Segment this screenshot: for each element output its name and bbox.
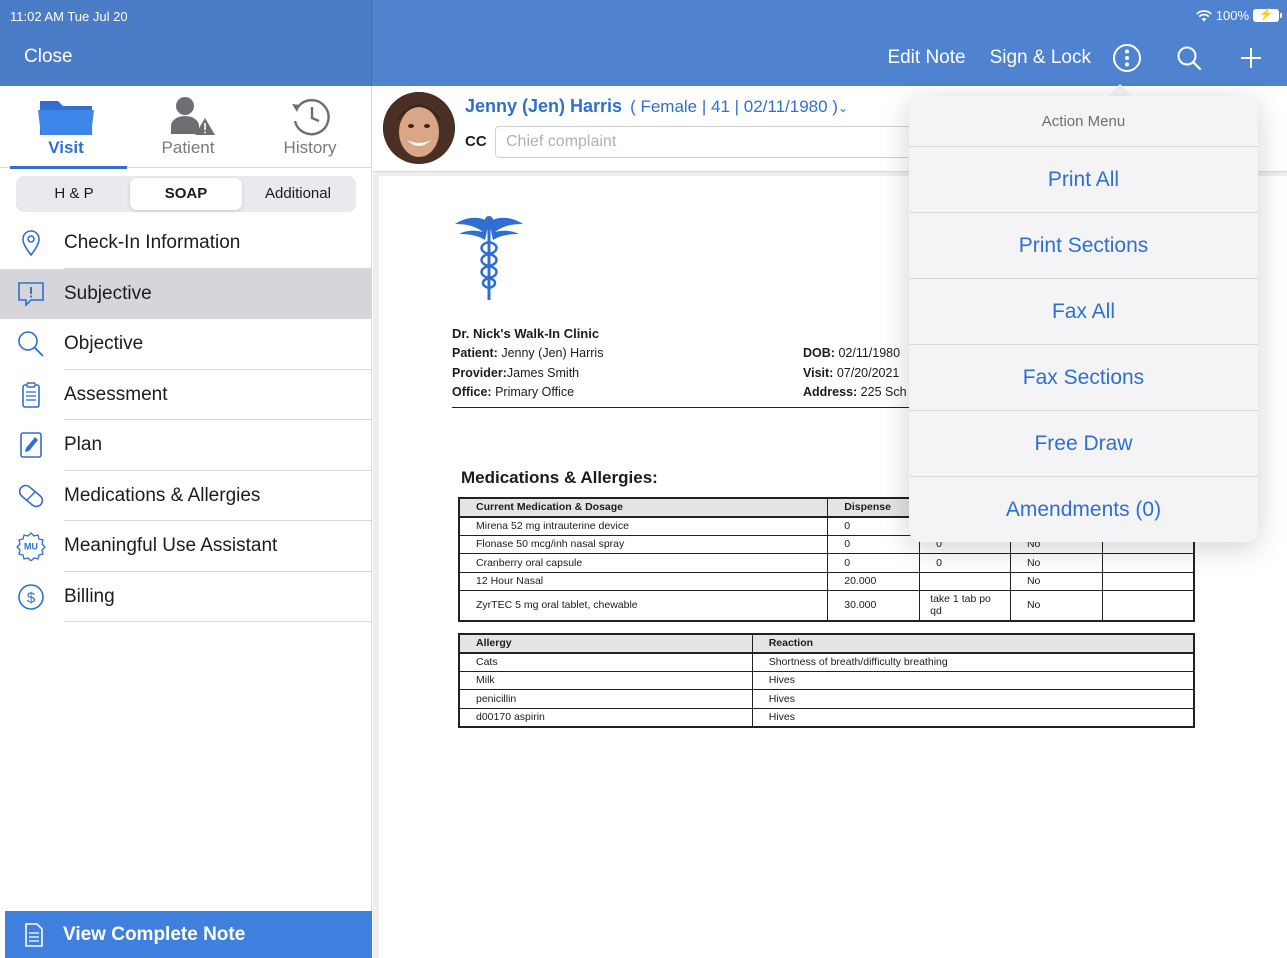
caduceus-logo-icon — [453, 212, 525, 307]
sidebar-item-billing[interactable]: $ Billing — [0, 572, 372, 623]
table-row: ZyrTEC 5 mg oral tablet, chewable 30.000 t… — [458, 590, 1195, 621]
table-row: 12 Hour Nasal 20.000 No — [458, 571, 1195, 591]
clipboard-icon — [0, 370, 64, 421]
sidebar-item-label: Check-In Information — [64, 232, 241, 254]
search-icon[interactable] — [1171, 40, 1207, 76]
fax-sections-button[interactable]: Fax Sections — [909, 345, 1258, 411]
main-tab-bar: Visit Patient History — [0, 86, 372, 169]
edit-note-button[interactable]: Edit Note — [887, 47, 965, 69]
provider-info: Provider:James Smith — [452, 366, 580, 380]
sidebar-item-subjective[interactable]: Subjective — [0, 268, 372, 320]
action-menu-popover: Action Menu Print All Print Sections Fax… — [909, 96, 1258, 542]
table-header-row: Allergy Reaction — [458, 633, 1195, 654]
fax-all-button[interactable]: Fax All — [909, 279, 1258, 345]
svg-text:MU: MU — [24, 542, 38, 552]
toolbar-actions: Edit Note Sign & Lock — [863, 40, 1269, 76]
document-icon — [5, 922, 63, 948]
sidebar-item-medications-allergies[interactable]: Medications & Allergies — [0, 471, 372, 522]
pen-icon — [0, 420, 64, 471]
mu-badge-icon: MU — [0, 521, 64, 572]
sidebar-item-check-in[interactable]: Check-In Information — [0, 218, 372, 269]
history-icon — [249, 96, 371, 138]
popover-arrow — [1108, 84, 1132, 96]
table-row: Milk Hives — [458, 670, 1195, 690]
free-draw-button[interactable]: Free Draw — [909, 411, 1258, 477]
segment-soap[interactable]: SOAP — [130, 178, 242, 210]
avatar[interactable] — [383, 92, 455, 164]
segment-h-and-p[interactable]: H & P — [18, 178, 130, 210]
sidebar-item-plan[interactable]: Plan — [0, 420, 372, 471]
table-row: penicillin Hives — [458, 689, 1195, 709]
action-menu-title: Action Menu — [909, 96, 1258, 147]
chevron-down-icon: ⌄ — [837, 101, 849, 115]
sidebar-item-assessment[interactable]: Assessment — [0, 370, 372, 421]
status-time: 11:02 AM Tue Jul 20 — [10, 9, 128, 24]
cc-label: CC — [465, 133, 487, 150]
office-info: Office: Primary Office — [452, 385, 575, 399]
pill-icon — [0, 471, 64, 522]
battery-icon: ⚡ — [1253, 7, 1282, 22]
sidebar-item-label: Billing — [64, 585, 115, 607]
magnifier-icon — [0, 319, 64, 370]
sidebar-item-label: Objective — [64, 333, 144, 355]
view-complete-note-label: View Complete Note — [63, 923, 246, 945]
patient-name-link[interactable]: Jenny (Jen) Harris ( Female | 41 | 02/11/… — [465, 96, 848, 117]
sidebar: Visit Patient History H & P SOAP Additio… — [0, 86, 372, 958]
address-info: Address: 225 Sch — [803, 385, 907, 399]
tab-history-label: History — [283, 138, 337, 157]
table-header: Reaction — [751, 633, 1195, 654]
close-button[interactable]: Close — [24, 46, 73, 68]
top-navigation-bar: 11:02 AM Tue Jul 20 Close 100% ⚡ Edit No… — [0, 0, 1287, 86]
battery-percent: 100% — [1215, 8, 1249, 23]
dollar-icon: $ — [0, 572, 64, 623]
clinic-name: Dr. Nick's Walk-In Clinic — [452, 326, 600, 341]
table-header: Dispense — [827, 497, 921, 518]
sidebar-item-objective[interactable]: Objective — [0, 319, 372, 370]
table-row: Cats Shortness of breath/difficulty breat… — [458, 652, 1195, 672]
chief-complaint-input[interactable] — [495, 126, 955, 158]
tab-history[interactable]: History — [249, 86, 371, 168]
sidebar-item-label: Plan — [64, 434, 103, 456]
table-header: Current Medication & Dosage — [458, 497, 829, 518]
sidebar-item-meaningful-use[interactable]: MU Meaningful Use Assistant — [0, 521, 372, 572]
sidebar-item-label: Medications & Allergies — [64, 484, 261, 506]
dob-info: DOB: 02/11/1980 — [803, 346, 901, 360]
print-sections-button[interactable]: Print Sections — [909, 213, 1258, 279]
tab-visit[interactable]: Visit — [5, 86, 127, 169]
speech-alert-icon — [0, 269, 64, 320]
patient-name: Jenny (Jen) Harris — [465, 96, 623, 116]
plus-icon[interactable] — [1233, 40, 1269, 76]
folder-icon — [5, 96, 127, 138]
table-row: Cranberry oral capsule 0 0 No — [458, 553, 1195, 573]
visit-info: Visit: 07/20/2021 — [803, 366, 900, 380]
wifi-icon — [1195, 9, 1212, 21]
segment-additional[interactable]: Additional — [242, 178, 354, 210]
amendments-button[interactable]: Amendments (0) — [909, 477, 1258, 542]
sidebar-item-label: Meaningful Use Assistant — [64, 535, 278, 557]
patient-warning-icon — [127, 96, 249, 138]
tab-patient[interactable]: Patient — [127, 86, 249, 168]
tab-visit-label: Visit — [48, 138, 84, 157]
print-all-button[interactable]: Print All — [909, 147, 1258, 213]
tab-patient-label: Patient — [161, 138, 215, 157]
section-list: Check-In Information Subjective Objectiv… — [0, 218, 372, 622]
sidebar-item-label: Subjective — [64, 282, 152, 304]
sign-lock-button[interactable]: Sign & Lock — [990, 47, 1091, 69]
more-icon[interactable] — [1109, 40, 1145, 76]
allergies-table: Allergy Reaction Cats Shortness of breath… — [458, 633, 1195, 728]
table-row: d00170 aspirin Hives — [458, 707, 1195, 727]
svg-text:$: $ — [27, 589, 36, 606]
sidebar-item-label: Assessment — [64, 383, 168, 405]
view-complete-note-button[interactable]: View Complete Note — [5, 911, 372, 958]
patient-demographics: ( Female | 41 | 02/11/1980 ) — [630, 97, 838, 116]
sidebar-header: 11:02 AM Tue Jul 20 Close — [0, 0, 372, 86]
table-header: Allergy — [458, 633, 753, 654]
status-indicators: 100% ⚡ — [1195, 7, 1282, 23]
location-pin-icon — [0, 218, 64, 269]
patient-info: Patient: Jenny (Jen) Harris — [452, 346, 604, 360]
segmented-control: H & P SOAP Additional — [16, 176, 356, 212]
section-title: Medications & Allergies: — [461, 468, 658, 487]
